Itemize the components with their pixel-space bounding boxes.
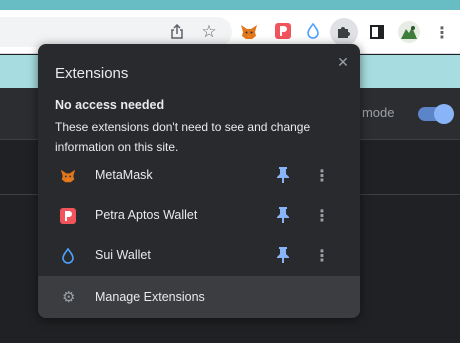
extension-row-sui[interactable]: Sui Wallet ⋮ [38,236,360,276]
puzzle-icon[interactable] [330,18,358,46]
metamask-fox-icon [60,168,76,184]
extensions-popup: Extensions ✕ No access needed These exte… [38,44,360,318]
section-description: These extensions don't need to see and c… [55,120,311,154]
pin-icon[interactable] [276,206,290,224]
tab-strip [0,0,460,10]
extension-name: MetaMask [95,168,153,182]
toggle-knob [434,104,454,124]
pin-icon[interactable] [276,246,290,264]
dark-mode-label: r mode [354,105,395,120]
metamask-toolbar-icon[interactable] [240,23,258,41]
manage-extensions-label: Manage Extensions [95,290,205,304]
more-options-icon[interactable]: ⋮ [314,166,330,186]
petra-toolbar-icon[interactable] [275,23,291,39]
extension-name: Petra Aptos Wallet [95,208,198,222]
avatar[interactable] [398,21,420,43]
menu-kebab-icon[interactable]: ⋮ [431,21,453,43]
petra-icon [60,208,76,224]
pin-icon[interactable] [276,166,290,184]
extension-name: Sui Wallet [95,248,151,262]
extension-row-petra[interactable]: Petra Aptos Wallet ⋮ [38,196,360,236]
section-title: No access needed [55,98,165,112]
dark-mode-toggle[interactable] [418,104,454,124]
popup-title: Extensions [55,65,129,82]
gear-icon: ⚙ [62,288,76,306]
star-icon[interactable]: ☆ [198,21,220,43]
side-panel-icon[interactable] [366,21,388,43]
share-icon[interactable] [166,21,188,43]
sui-droplet-icon [60,247,76,264]
more-options-icon[interactable]: ⋮ [314,246,330,266]
close-icon[interactable]: ✕ [333,53,353,73]
manage-extensions-button[interactable]: ⚙ Manage Extensions [38,276,360,318]
extension-row-metamask[interactable]: MetaMask ⋮ [38,156,360,196]
more-options-icon[interactable]: ⋮ [314,206,330,226]
sui-toolbar-icon[interactable] [305,22,321,39]
